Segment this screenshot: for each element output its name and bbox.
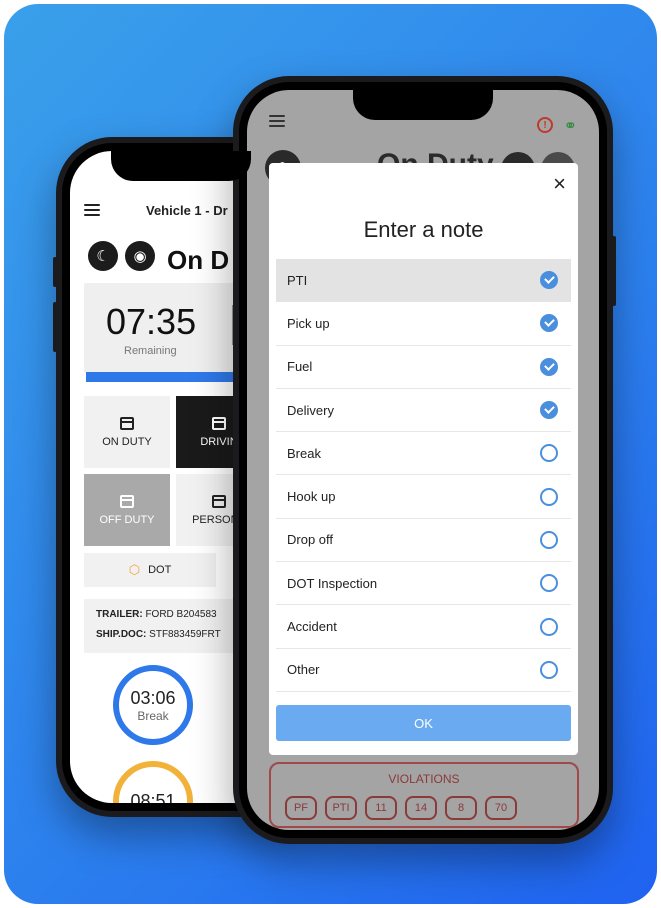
violation-chip[interactable]: 70	[485, 796, 517, 820]
phone-notch	[111, 151, 251, 181]
trailer-value: FORD B204583	[145, 609, 217, 620]
note-option-row[interactable]: Break	[276, 432, 571, 476]
unchecked-circle-icon[interactable]	[540, 660, 558, 679]
note-options-list: PTI Pick up Fuel Delivery Break Hook up Drop o…	[276, 259, 571, 692]
drive-timer-ring: 08:51	[113, 761, 193, 803]
promo-background: Vehicle 1 - Dr ☾ ◉ On D 07:35 Remaining …	[4, 4, 657, 904]
ring-label: Break	[137, 708, 169, 723]
ring-time: 08:51	[130, 790, 176, 804]
side-button	[612, 236, 616, 306]
shipdoc-value: STF883459FRT	[149, 629, 221, 640]
unchecked-circle-icon[interactable]	[540, 617, 558, 636]
dot-button[interactable]: ⬡ DOT	[84, 553, 216, 587]
side-button	[53, 257, 57, 287]
badge-icon: ⬡	[128, 562, 141, 577]
checked-circle-icon[interactable]	[540, 357, 558, 376]
calendar-icon	[120, 416, 134, 430]
front-phone-screen: ! ⚭ ☾ On Duty ◍ ◉ VIOLATIONS PF PTI 11 1…	[247, 90, 599, 830]
note-option-label: Accident	[287, 619, 337, 635]
note-option-row[interactable]: Delivery	[276, 389, 571, 433]
unchecked-circle-icon[interactable]	[540, 487, 558, 506]
tile-label: OFF DUTY	[99, 513, 155, 526]
timer-card: 07:35 Remaining	[84, 283, 254, 373]
note-option-row[interactable]: Pick up	[276, 302, 571, 346]
note-option-label: Hook up	[287, 489, 336, 505]
violations-panel: VIOLATIONS PF PTI 11 14 8 70	[269, 762, 579, 828]
duty-status-title: On D	[167, 245, 230, 275]
header-title: Vehicle 1 - Dr	[146, 202, 228, 218]
unchecked-circle-icon[interactable]	[540, 444, 558, 463]
note-option-row[interactable]: Other	[276, 649, 571, 692]
note-option-label: PTI	[287, 272, 308, 288]
note-option-row[interactable]: PTI	[276, 259, 571, 303]
note-option-label: Fuel	[287, 359, 313, 375]
note-option-row[interactable]: Drop off	[276, 519, 571, 563]
ok-button[interactable]: OK	[276, 705, 571, 741]
tile-on-duty[interactable]: ON DUTY	[84, 396, 170, 468]
shipdoc-label: SHIP.DOC:	[96, 629, 147, 640]
modal-title: Enter a note	[363, 217, 484, 242]
note-option-label: Drop off	[287, 532, 334, 548]
violations-title: VIOLATIONS	[388, 772, 460, 786]
menu-icon[interactable]	[269, 115, 285, 127]
note-option-label: Other	[287, 662, 320, 678]
violation-chip[interactable]: 8	[445, 796, 477, 820]
menu-icon[interactable]	[84, 204, 100, 216]
remaining-time: 07:35	[106, 301, 197, 342]
ring-time: 03:06	[130, 687, 176, 708]
violation-chip[interactable]: PTI	[325, 796, 357, 820]
note-option-label: DOT Inspection	[287, 575, 378, 591]
alert-icon[interactable]: !	[537, 117, 553, 133]
violation-chip[interactable]: 14	[405, 796, 437, 820]
remaining-label: Remaining	[124, 345, 177, 357]
front-phone: ! ⚭ ☾ On Duty ◍ ◉ VIOLATIONS PF PTI 11 1…	[233, 76, 616, 844]
close-icon[interactable]: ×	[553, 173, 566, 195]
note-option-row[interactable]: Accident	[276, 605, 571, 649]
progress-bar	[86, 372, 256, 382]
note-modal: × Enter a note PTI Pick up Fuel Delivery Bre…	[269, 163, 578, 755]
unchecked-circle-icon[interactable]	[540, 574, 558, 593]
violation-chip[interactable]: PF	[285, 796, 317, 820]
note-option-row[interactable]: Hook up	[276, 475, 571, 519]
calendar-icon	[212, 494, 226, 508]
unchecked-circle-icon[interactable]	[540, 530, 558, 549]
dot-label: DOT	[148, 564, 172, 576]
checked-circle-icon[interactable]	[540, 314, 558, 333]
note-option-label: Pick up	[287, 315, 330, 331]
phone-notch	[353, 90, 493, 120]
checked-circle-icon[interactable]	[540, 271, 558, 290]
violation-chip[interactable]: 11	[365, 796, 397, 820]
trailer-label: TRAILER:	[96, 609, 143, 620]
side-button	[53, 302, 57, 352]
note-option-row[interactable]: DOT Inspection	[276, 562, 571, 606]
calendar-icon	[120, 494, 134, 508]
calendar-icon	[212, 416, 226, 430]
eye-icon[interactable]: ◉	[125, 241, 155, 271]
break-timer-ring: 03:06 Break	[113, 665, 193, 745]
tile-label: ON DUTY	[102, 435, 152, 448]
tile-off-duty[interactable]: OFF DUTY	[84, 474, 170, 546]
note-option-label: Break	[287, 445, 321, 461]
note-option-label: Delivery	[287, 402, 334, 418]
night-mode-icon[interactable]: ☾	[88, 241, 118, 271]
note-option-row[interactable]: Fuel	[276, 346, 571, 389]
checked-circle-icon[interactable]	[540, 401, 558, 420]
link-icon[interactable]: ⚭	[564, 116, 577, 136]
